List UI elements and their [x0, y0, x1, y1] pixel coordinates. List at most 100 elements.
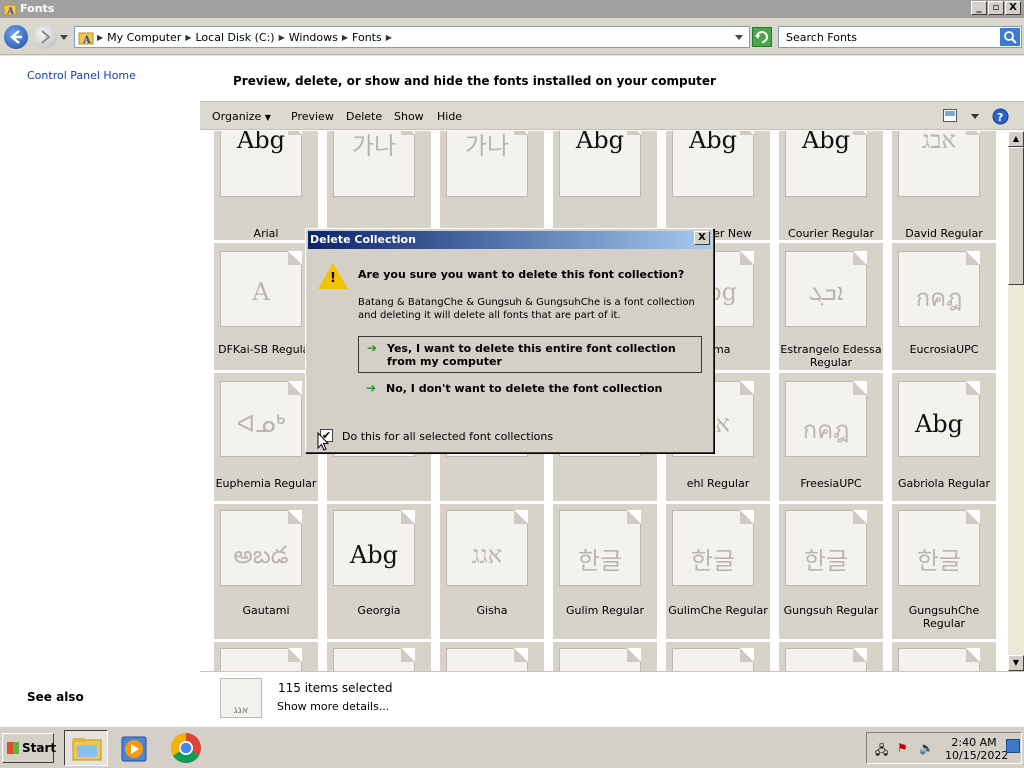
left-navigation-pane: Control Panel Home See also — [0, 56, 200, 726]
media-player-icon — [121, 736, 147, 762]
breadcrumb-fonts[interactable]: Fonts — [352, 31, 382, 44]
windows-logo-icon — [7, 742, 19, 754]
font-tile[interactable]: 한글 Gungsuh Regular — [779, 504, 883, 639]
font-tile[interactable]: അബKartika — [892, 642, 996, 671]
dialog-title: Delete Collection — [310, 233, 416, 246]
minimize-button[interactable]: _ — [971, 1, 987, 15]
font-name-label: Euphemia Regular — [215, 477, 317, 490]
search-box[interactable]: Search Fonts — [778, 26, 1022, 48]
taskbar-media-player-button[interactable] — [113, 730, 157, 766]
selection-count: 115 items selected — [278, 681, 393, 695]
clock[interactable]: 2:40 AM 10/15/2022 — [945, 736, 1008, 762]
font-tile[interactable]: 가나Batang Regular — [327, 131, 431, 240]
font-tile[interactable]: Abg Gabriola Regular — [892, 373, 996, 501]
font-tile[interactable]: AbgConsolas — [553, 131, 657, 240]
network-icon[interactable]: 🖧 — [875, 741, 889, 757]
control-panel-home-link[interactable]: Control Panel Home — [27, 69, 136, 82]
back-button[interactable] — [4, 25, 28, 49]
hide-button[interactable]: Hide — [437, 110, 462, 123]
volume-icon[interactable]: 🔈 — [919, 741, 934, 755]
taskbar-explorer-button[interactable] — [64, 730, 108, 766]
forward-button[interactable] — [33, 25, 57, 49]
chevron-right-icon[interactable]: ▶ — [342, 33, 348, 42]
view-dropdown-icon[interactable] — [971, 114, 979, 120]
chevron-right-icon[interactable]: ▶ — [97, 33, 103, 42]
font-sample-glyph: אבג — [922, 131, 956, 154]
action-center-icon[interactable]: ⚑ — [897, 741, 911, 755]
font-tile[interactable]: అబడ Gautami — [214, 504, 318, 639]
change-view-icon[interactable] — [943, 109, 957, 122]
system-tray: 🖧 ⚑ 🔈 2:40 AM 10/15/2022 — [866, 732, 1022, 764]
folder-icon — [72, 738, 102, 761]
vertical-scrollbar[interactable]: ▲ ▼ — [1008, 131, 1024, 671]
font-tile[interactable]: ଅବକKalinga — [779, 642, 883, 671]
chevron-right-icon[interactable]: ▶ — [279, 33, 285, 42]
font-name-label: ehl Regular — [686, 477, 750, 490]
page-fold-icon — [853, 251, 867, 265]
delete-collection-no-option[interactable]: ➔ No, I don't want to delete the font co… — [358, 377, 702, 399]
font-tile[interactable]: ᐊᓄᒃ Euphemia Regular — [214, 373, 318, 501]
show-button[interactable]: Show — [394, 110, 424, 123]
font-tile[interactable]: Abg Courier New — [666, 131, 770, 240]
font-tile[interactable]: 한글 Gulim Regular — [553, 504, 657, 639]
dialog-titlebar: Delete Collection — [308, 231, 711, 249]
maximize-button[interactable]: ▫ — [988, 1, 1004, 15]
taskbar: Start 🖧 ⚑ 🔈 2:40 AM 10/15/2022 — [0, 726, 1024, 768]
font-preview-card: Abg — [333, 510, 415, 586]
font-tile[interactable]: A DFKai-SB Regular — [214, 243, 318, 370]
breadcrumb-local-disk[interactable]: Local Disk (C:) — [196, 31, 275, 44]
organize-button[interactable]: Organize ▼ — [212, 110, 271, 123]
delete-collection-dialog: Delete Collection X ! Are you sure you w… — [305, 228, 714, 453]
font-tile[interactable]: 가나BatangChe Regular — [440, 131, 544, 253]
font-tile[interactable]: Abg Arial — [214, 131, 318, 240]
font-sample-glyph: Abg — [801, 131, 851, 154]
show-desktop-button[interactable] — [1006, 739, 1020, 753]
font-tile[interactable]: אגג Gisha — [440, 504, 544, 639]
font-sample-glyph: 가나 — [464, 132, 510, 160]
font-tile[interactable]: Abg Georgia — [327, 504, 431, 639]
history-dropdown-icon[interactable] — [60, 35, 68, 41]
font-tile[interactable]: กคฎJasmineUPC — [553, 642, 657, 671]
chevron-right-icon[interactable]: ▶ — [185, 33, 191, 42]
font-tile[interactable]: กคฎ EucrosiaUPC — [892, 243, 996, 370]
start-button[interactable]: Start — [2, 733, 56, 763]
font-tile[interactable]: අඹකIskoola Pota — [440, 642, 544, 671]
font-tile[interactable]: 简体字KaiTi Regular — [666, 642, 770, 671]
scroll-down-button[interactable]: ▼ — [1008, 655, 1024, 671]
font-preview-card: กคฎ — [898, 248, 983, 327]
window-title: Fonts — [20, 2, 55, 15]
page-fold-icon — [288, 381, 302, 395]
search-input[interactable]: Search Fonts — [786, 31, 857, 44]
font-tile[interactable]: Abg Courier Regular — [779, 131, 883, 240]
refresh-button[interactable] — [752, 27, 772, 47]
delete-button[interactable]: Delete — [346, 110, 382, 123]
search-button[interactable] — [1000, 28, 1020, 46]
font-tile[interactable]: אבג David Regular — [892, 131, 996, 240]
delete-collection-yes-option[interactable]: ➔ Yes, I want to delete this entire font… — [358, 336, 702, 373]
dialog-close-button[interactable]: X — [694, 231, 710, 245]
font-tile[interactable]: 한글 GungsuhChe Regular — [892, 504, 996, 639]
address-bar[interactable]: A ▶ My Computer ▶ Local Disk (C:) ▶ Wind… — [74, 26, 750, 48]
address-dropdown-icon[interactable] — [735, 35, 743, 41]
font-sample-glyph: กคฎ — [802, 416, 850, 444]
font-tile[interactable]: AbgImpact Regular — [214, 642, 318, 671]
font-sample-glyph: A — [252, 278, 270, 306]
close-button[interactable]: X — [1005, 1, 1021, 15]
taskbar-chrome-button[interactable] — [165, 730, 209, 766]
window-titlebar: A Fonts _ ▫ X — [0, 0, 1024, 18]
font-tile[interactable]: กคฎIrisUPC — [327, 642, 431, 671]
page-fold-icon — [514, 510, 528, 524]
chevron-right-icon[interactable]: ▶ — [386, 33, 392, 42]
breadcrumb-windows[interactable]: Windows — [289, 31, 338, 44]
preview-button[interactable]: Preview — [291, 110, 334, 123]
font-tile[interactable]: กคฎ FreesiaUPC — [779, 373, 883, 501]
scroll-thumb[interactable] — [1008, 147, 1024, 285]
show-more-details-link[interactable]: Show more details... — [277, 700, 389, 713]
font-name-label: Gautami — [242, 604, 290, 617]
scroll-up-button[interactable]: ▲ — [1008, 131, 1024, 147]
help-icon[interactable]: ? — [992, 108, 1009, 125]
refresh-icon — [755, 31, 768, 43]
font-tile[interactable]: 한글 GulimChe Regular — [666, 504, 770, 639]
font-tile[interactable]: ܐܒܓ Estrangelo Edessa Regular — [779, 243, 883, 370]
breadcrumb-my-computer[interactable]: My Computer — [107, 31, 181, 44]
